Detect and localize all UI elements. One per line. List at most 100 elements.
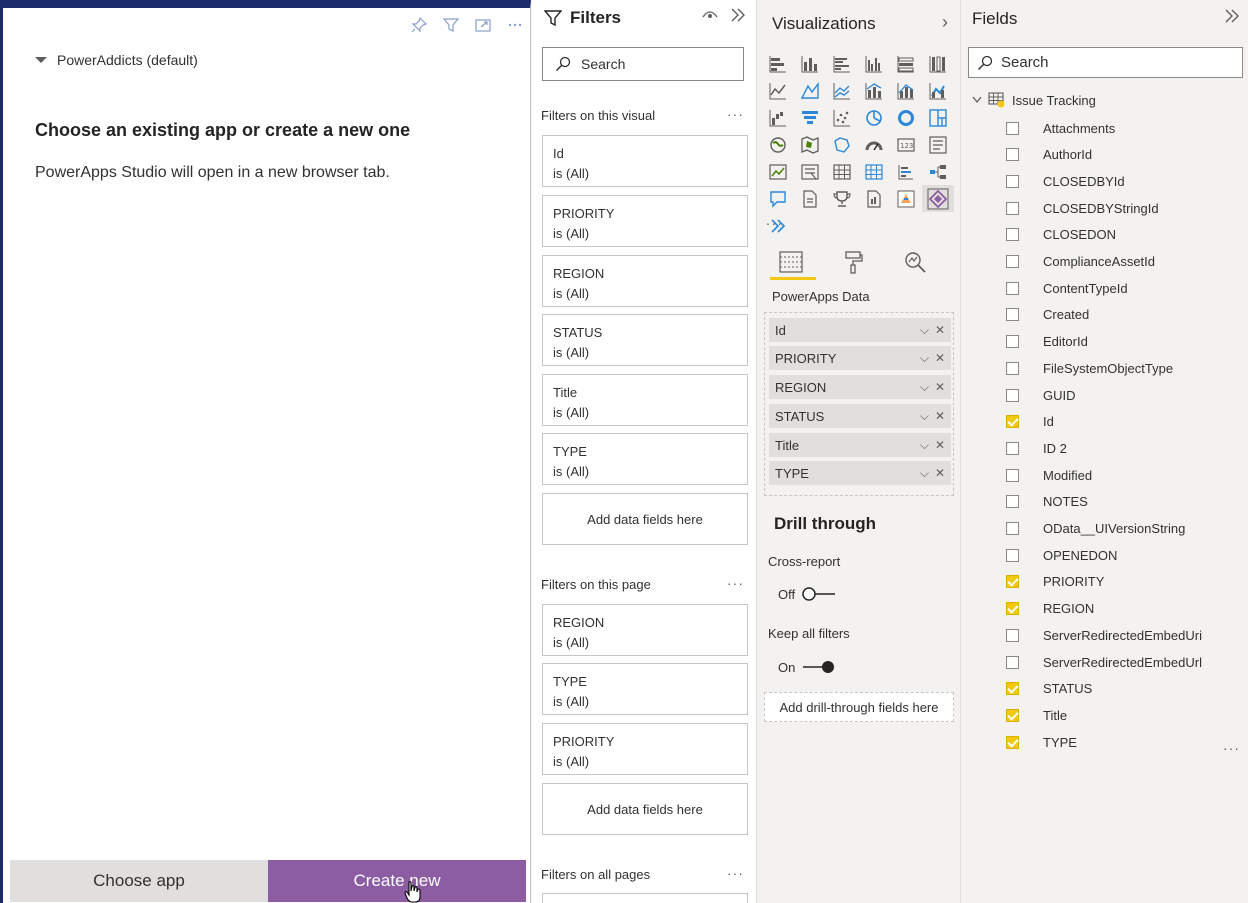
field-item[interactable]: CLOSEDBYStringId [1006,198,1159,218]
pie-chart-icon[interactable] [858,104,890,131]
field-item[interactable]: CLOSEDBYId [1006,171,1125,191]
focus-mode-icon[interactable] [472,14,494,36]
field-item[interactable]: TYPE [1006,732,1077,752]
powerapps-data-well[interactable]: Id ⌵ ✕ PRIORITY ⌵ ✕ REGION ⌵ ✕ STATUS ⌵ ✕ Ti… [764,312,954,496]
chevron-down-icon[interactable]: ⌵ [920,409,929,424]
well-item-priority[interactable]: PRIORITY ⌵ ✕ [769,346,951,370]
checkbox-unchecked[interactable] [1006,281,1019,295]
filter-card-region[interactable]: REGION is (All) [542,255,748,307]
close-icon[interactable]: ✕ [935,466,945,480]
field-item[interactable]: NOTES [1006,492,1088,512]
add-visual-filter-drop[interactable]: Add data fields here [542,493,748,545]
scatter-chart-icon[interactable] [826,104,858,131]
line-stacked-column-icon[interactable] [890,77,922,104]
field-item[interactable]: ComplianceAssetId [1006,252,1155,272]
checkbox-unchecked[interactable] [1006,441,1019,455]
smart-narrative-icon[interactable] [858,185,890,212]
pin-icon[interactable] [408,14,430,36]
filter-icon[interactable] [440,14,462,36]
kpi-icon[interactable] [762,158,794,185]
checkbox-checked[interactable] [1006,415,1019,429]
checkbox-unchecked[interactable] [1006,121,1019,135]
chevron-right-icon[interactable]: › [942,12,948,33]
field-item[interactable]: ID 2 [1006,438,1067,458]
well-item-type[interactable]: TYPE ⌵ ✕ [769,461,951,485]
checkbox-unchecked[interactable] [1006,255,1019,268]
fields-search-input[interactable]: Search [968,47,1243,78]
field-item[interactable]: Created [1006,305,1089,325]
close-icon[interactable]: ✕ [935,351,945,365]
well-item-id[interactable]: Id ⌵ ✕ [769,318,951,342]
field-item[interactable]: PRIORITY [1006,572,1104,592]
filter-card-priority[interactable]: PRIORITY is (All) [542,195,748,247]
funnel-icon[interactable] [794,104,826,131]
power-automate-icon[interactable] [890,185,922,212]
field-item[interactable]: ContentTypeId [1006,278,1128,298]
checkbox-unchecked[interactable] [1006,308,1019,322]
well-item-region[interactable]: REGION ⌵ ✕ [769,375,951,399]
stacked-column-chart-icon[interactable] [794,50,826,77]
format-paintroller-icon[interactable] [832,246,874,278]
well-item-title[interactable]: Title ⌵ ✕ [769,433,951,457]
stacked-area-chart-icon[interactable] [826,77,858,104]
line-chart-icon[interactable] [762,77,794,104]
all-pages-filter-drop[interactable] [542,893,748,903]
close-icon[interactable]: ✕ [935,380,945,394]
toggle-on-icon[interactable] [801,659,837,675]
filter-card-title[interactable]: Title is (All) [542,374,748,426]
powerapps-visual-icon[interactable] [922,185,954,212]
close-icon[interactable]: ✕ [935,409,945,423]
chevron-down-icon[interactable]: ⌵ [920,351,929,366]
keep-filters-toggle[interactable]: On [778,659,837,675]
drill-through-drop[interactable]: Add drill-through fields here [764,692,954,722]
card-icon[interactable]: 123 [890,131,922,158]
checkbox-checked[interactable] [1006,708,1019,722]
add-page-filter-drop[interactable]: Add data fields here [542,783,748,835]
expand-chevron-icon[interactable] [972,96,982,104]
treemap-icon[interactable] [922,104,954,131]
checkbox-unchecked[interactable] [1006,148,1019,162]
donut-chart-icon[interactable] [890,104,922,131]
table-icon[interactable] [826,158,858,185]
cross-report-toggle[interactable]: Off [778,586,837,602]
filled-map-icon[interactable] [794,131,826,158]
field-item[interactable]: ServerRedirectedEmbedUrl [1006,652,1202,672]
matrix-icon[interactable] [858,158,890,185]
checkbox-checked[interactable] [1006,735,1019,749]
ribbon-chart-icon[interactable] [922,77,954,104]
checkbox-checked[interactable] [1006,575,1019,589]
qa-icon[interactable] [762,185,794,212]
page-filter-card-priority[interactable]: PRIORITY is (All) [542,723,748,775]
collapse-chevron-icon[interactable] [1224,7,1240,28]
decomposition-tree-icon[interactable] [922,158,954,185]
checkbox-unchecked[interactable] [1006,655,1019,669]
trophy-icon[interactable] [826,185,858,212]
100-stacked-column-chart-icon[interactable] [922,50,954,77]
checkbox-unchecked[interactable] [1006,548,1019,562]
clustered-column-chart-icon[interactable] [858,50,890,77]
chevron-down-icon[interactable]: ⌵ [920,380,929,395]
key-influencers-icon[interactable] [890,158,922,185]
field-item[interactable]: OData__UIVersionString [1006,519,1185,539]
more-options-icon[interactable] [504,14,526,36]
stacked-bar-chart-icon[interactable] [762,50,794,77]
more-options-icon[interactable]: ··· [1223,740,1240,756]
multi-row-card-icon[interactable] [922,131,954,158]
field-item[interactable]: EditorId [1006,332,1088,352]
chevron-down-icon[interactable]: ⌵ [920,466,929,481]
checkbox-unchecked[interactable] [1006,468,1019,482]
field-item[interactable]: ServerRedirectedEmbedUri [1006,625,1202,645]
field-item[interactable]: Title [1006,705,1067,725]
field-item[interactable]: Modified [1006,465,1092,485]
checkbox-unchecked[interactable] [1006,628,1019,642]
checkbox-unchecked[interactable] [1006,495,1019,509]
eye-icon[interactable] [702,9,718,21]
checkbox-unchecked[interactable] [1006,361,1019,375]
clustered-bar-chart-icon[interactable] [826,50,858,77]
field-item[interactable]: AuthorId [1006,145,1092,165]
well-item-status[interactable]: STATUS ⌵ ✕ [769,404,951,428]
page-filter-card-type[interactable]: TYPE is (All) [542,663,748,715]
checkbox-unchecked[interactable] [1006,201,1019,215]
more-options-icon[interactable]: ··· [727,575,744,591]
close-icon[interactable]: ✕ [935,438,945,452]
